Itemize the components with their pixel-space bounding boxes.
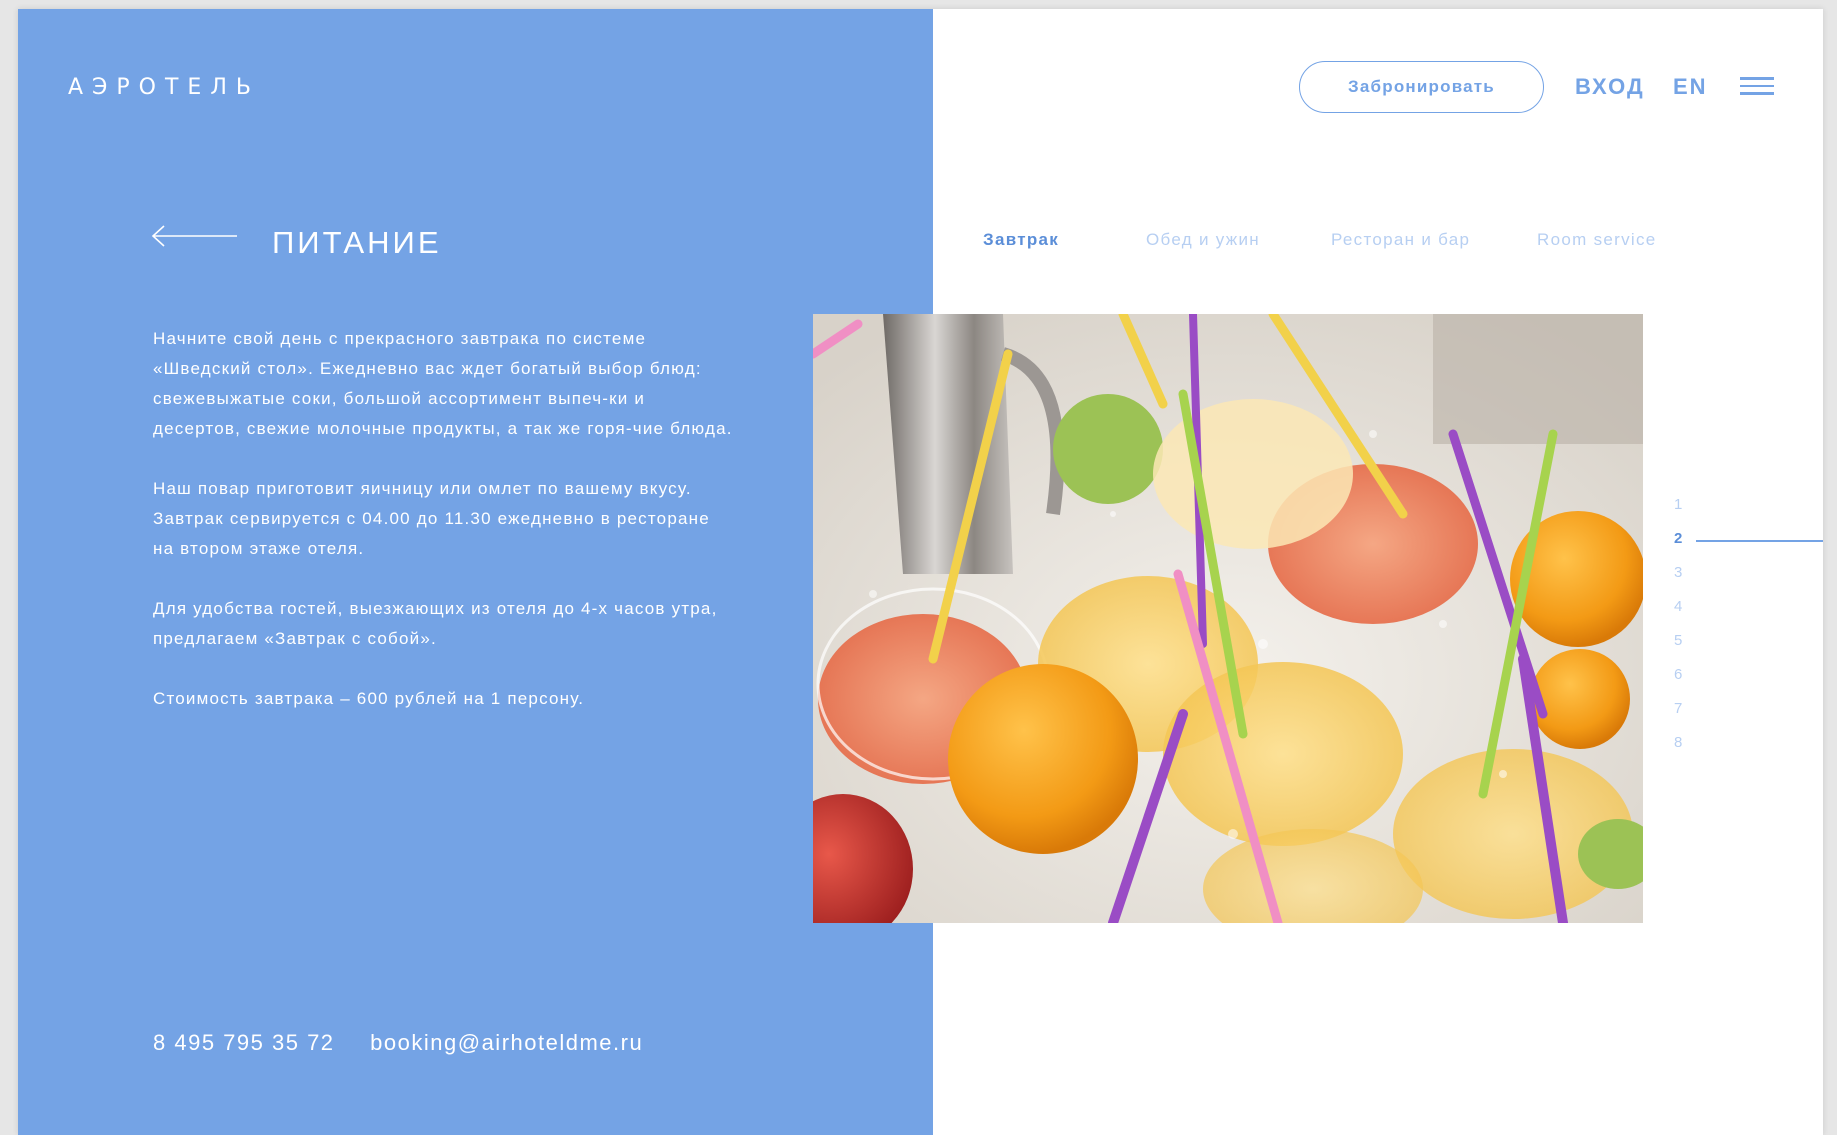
page-title: ПИТАНИЕ xyxy=(272,225,442,260)
pager-item[interactable]: 6 xyxy=(1674,666,1682,683)
description-paragraph: Для удобства гостей, выезжающих из отеля… xyxy=(153,599,718,648)
login-link[interactable]: ВХОД xyxy=(1575,74,1645,100)
email-link[interactable]: booking@airhoteldme.ru xyxy=(370,1030,643,1055)
hamburger-menu-icon[interactable] xyxy=(1740,77,1774,97)
pager-item[interactable]: 1 xyxy=(1674,496,1682,513)
pager-item[interactable]: 5 xyxy=(1674,632,1682,649)
language-switch[interactable]: EN xyxy=(1673,74,1708,100)
pager-item-current[interactable]: 2 xyxy=(1674,530,1682,547)
description-paragraph: Наш повар приготовит яичницу или омлет п… xyxy=(153,479,710,558)
phone-number[interactable]: 8 495 795 35 72 xyxy=(153,1030,335,1055)
description-paragraph: Стоимость завтрака – 600 рублей на 1 пер… xyxy=(153,689,585,708)
contacts: 8 495 795 35 72 booking@airhoteldme.ru xyxy=(153,1030,671,1056)
left-panel: АЭРОТЕЛЬ ПИТАНИЕ Начните свой день с пре… xyxy=(18,9,933,1135)
description-paragraph: Начните свой день с прекрасного завтрака… xyxy=(153,329,733,438)
description: Начните свой день с прекрасного завтрака… xyxy=(153,324,733,744)
tab-breakfast[interactable]: Завтрак xyxy=(983,230,1059,250)
pager-item[interactable]: 3 xyxy=(1674,564,1682,581)
pager-item[interactable]: 4 xyxy=(1674,598,1682,615)
breakfast-photo xyxy=(813,314,1643,923)
pager-active-line xyxy=(1696,540,1823,542)
logo[interactable]: АЭРОТЕЛЬ xyxy=(68,75,260,100)
back-arrow-icon[interactable] xyxy=(151,224,239,248)
page: АЭРОТЕЛЬ ПИТАНИЕ Начните свой день с пре… xyxy=(18,9,1823,1135)
pager-item[interactable]: 8 xyxy=(1674,734,1682,751)
book-button[interactable]: Забронировать xyxy=(1299,61,1544,113)
tab-restaurant-bar[interactable]: Ресторан и бар xyxy=(1331,230,1470,250)
tab-room-service[interactable]: Room service xyxy=(1537,230,1657,250)
tab-lunch-dinner[interactable]: Обед и ужин xyxy=(1146,230,1260,250)
pager-item[interactable]: 7 xyxy=(1674,700,1682,717)
